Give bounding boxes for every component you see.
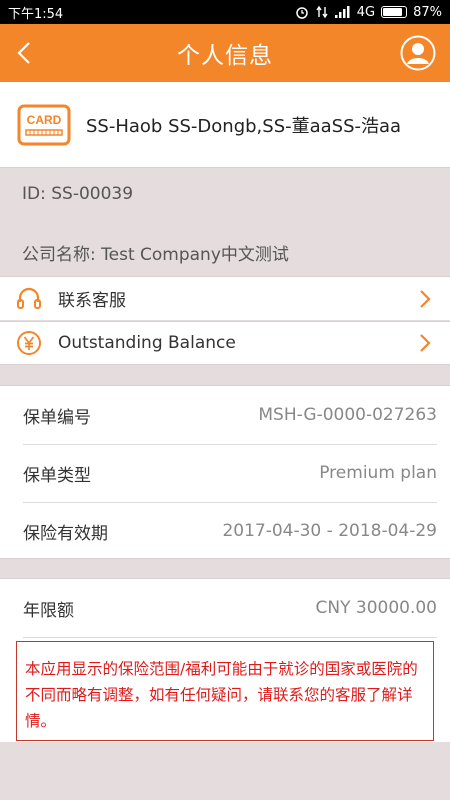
chevron-right-icon	[420, 334, 431, 352]
page-title: 个人信息	[177, 43, 273, 69]
member-id: ID: SS-00039	[22, 184, 134, 204]
policy-type-value: Premium plan	[319, 463, 437, 483]
coverage-notice: 本应用显示的保险范围/福利可能由于就诊的国家或医院的不同而略有调整，如有任何疑问…	[16, 641, 434, 741]
menu-label: 联系客服	[58, 291, 126, 311]
annual-limit-value: CNY 30000.00	[315, 598, 438, 618]
status-bar: 下午1:54 4G 87%	[0, 0, 450, 24]
company-name: 公司名称: Test Company中文测试	[22, 245, 289, 265]
card-icon: CARD	[17, 104, 71, 145]
member-card-row: CARD SS-Haob SS-Dongb,SS-董aaSS-浩aa	[0, 82, 450, 168]
menu-label: Outstanding Balance	[58, 333, 236, 353]
policy-number-row: 保单编号 MSH-G-0000-027263	[0, 386, 450, 444]
svg-text:CARD: CARD	[27, 113, 62, 127]
member-names: SS-Haob SS-Dongb,SS-董aaSS-浩aa	[86, 115, 402, 137]
chevron-right-icon	[420, 289, 431, 308]
policy-type-label: 保单类型	[23, 465, 91, 486]
policy-type-row: 保单类型 Premium plan	[0, 444, 450, 502]
alarm-icon	[295, 7, 308, 19]
contact-service-item[interactable]: 联系客服	[0, 276, 450, 320]
headset-icon	[17, 287, 41, 309]
policy-number-label: 保单编号	[23, 407, 91, 428]
header-bar: 个人信息	[0, 24, 450, 82]
policy-number-value: MSH-G-0000-027263	[258, 405, 437, 425]
outstanding-balance-item[interactable]: Outstanding Balance	[0, 321, 450, 365]
battery-percent: 87%	[413, 4, 442, 20]
policy-details: 保单编号 MSH-G-0000-027263 保单类型 Premium plan…	[0, 385, 450, 559]
policy-validity-label: 保险有效期	[23, 523, 108, 544]
signal-icon	[316, 5, 328, 19]
yen-icon	[17, 331, 41, 355]
status-time: 下午1:54	[8, 6, 64, 22]
battery-icon	[381, 6, 408, 18]
divider	[23, 637, 437, 638]
status-icons: 4G 87%	[295, 5, 442, 20]
policy-validity-row: 保险有效期 2017-04-30 - 2018-04-29	[0, 502, 450, 560]
policy-validity-value: 2017-04-30 - 2018-04-29	[222, 521, 437, 541]
user-avatar-icon[interactable]	[400, 35, 436, 71]
annual-limit-label: 年限额	[23, 600, 74, 621]
chevron-left-icon[interactable]	[10, 38, 40, 68]
annual-limit-row: 年限额 CNY 30000.00	[0, 579, 450, 637]
network-type: 4G	[356, 4, 376, 20]
signal-bars-icon	[334, 6, 350, 18]
